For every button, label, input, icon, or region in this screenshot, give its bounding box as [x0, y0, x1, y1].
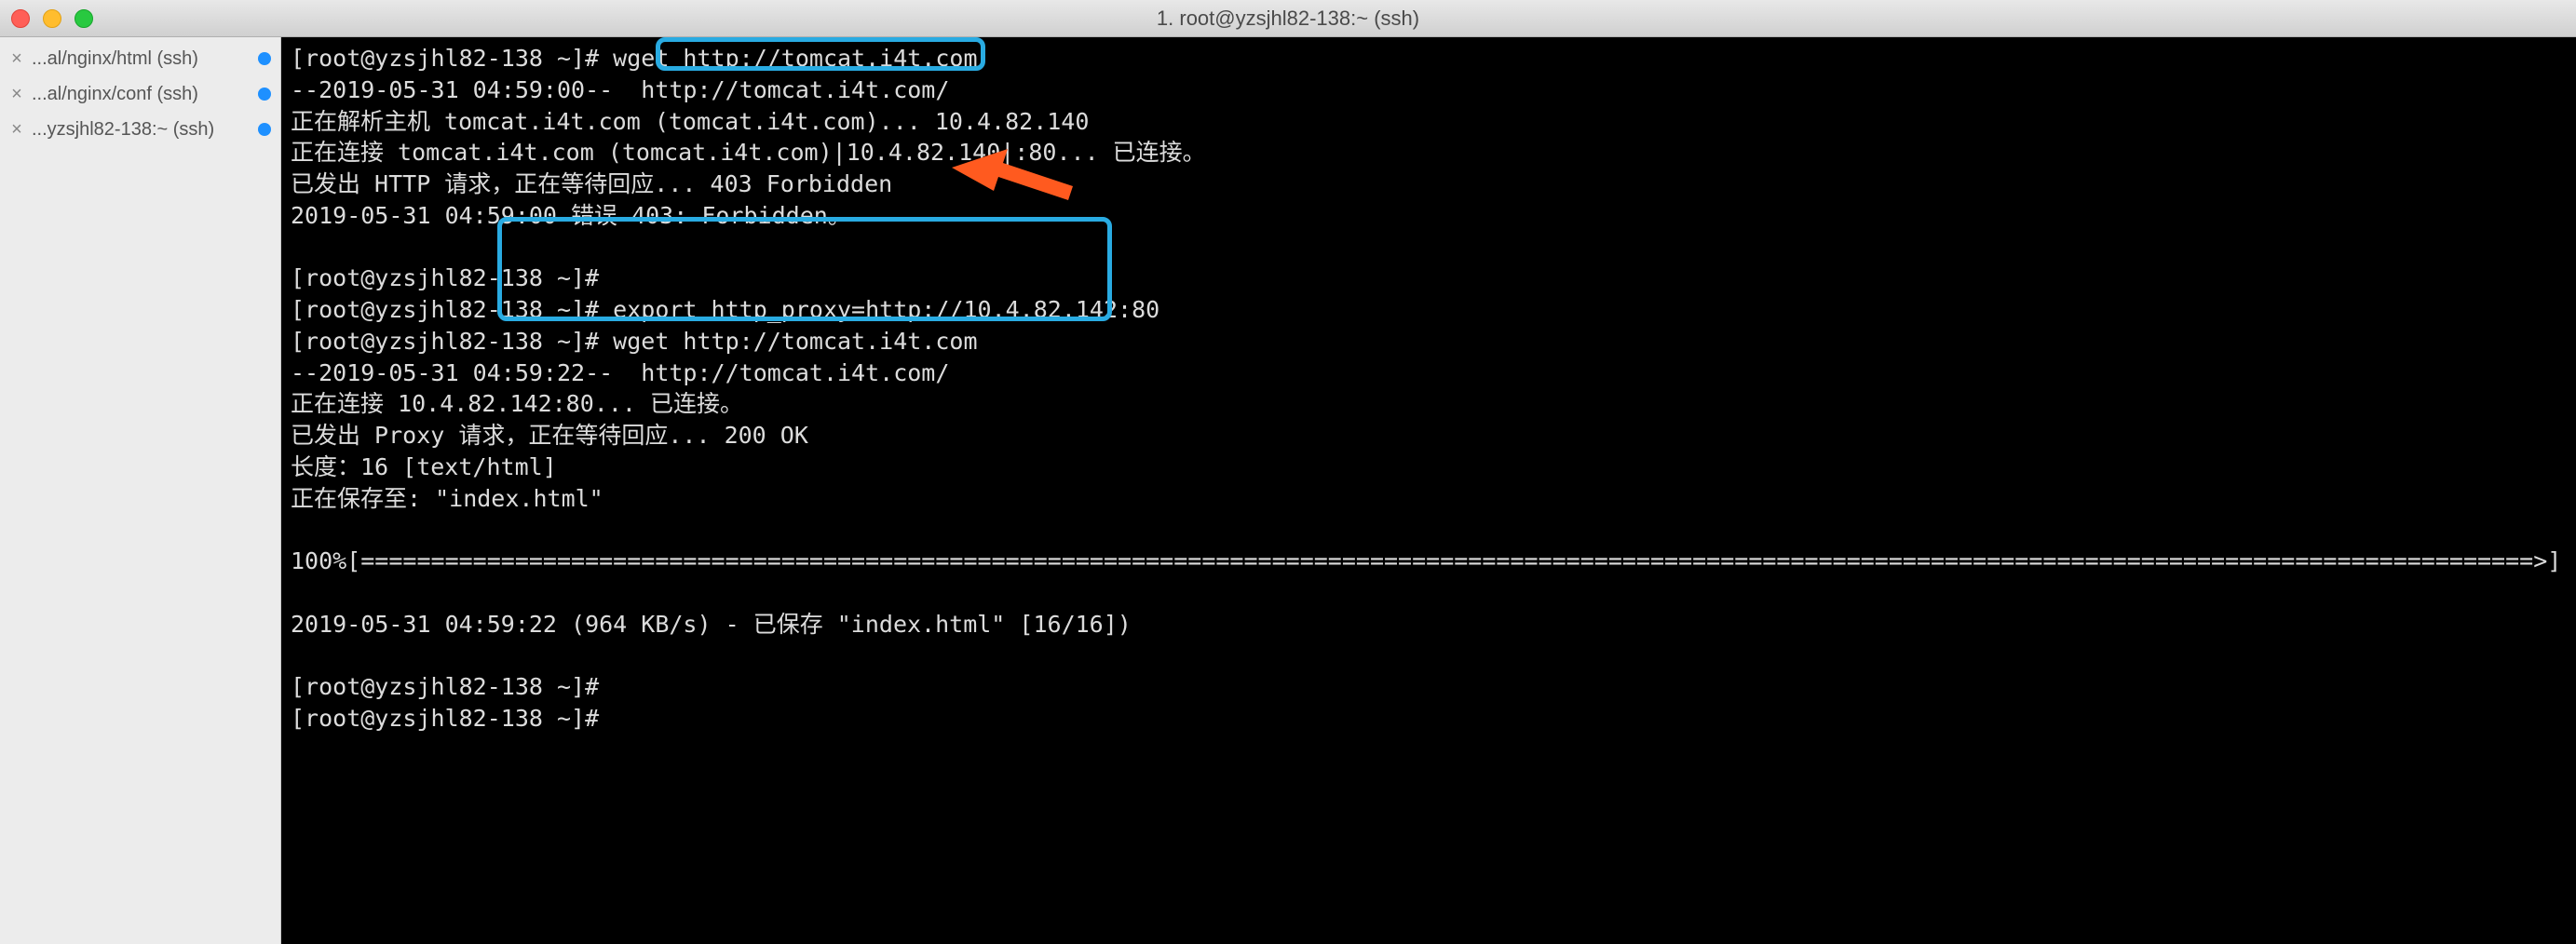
close-icon[interactable]: × [7, 84, 26, 105]
terminal-line: 正在保存至: "index.html" [291, 483, 2567, 515]
window-titlebar: 1. root@yzsjhl82-138:~ (ssh) [0, 0, 2576, 37]
traffic-lights [11, 9, 93, 28]
window-title: 1. root@yzsjhl82-138:~ (ssh) [1157, 7, 1419, 31]
terminal-line: [root@yzsjhl82-138 ~]# [291, 263, 2567, 294]
tab-label: ...al/nginx/html (ssh) [32, 48, 252, 70]
terminal-line: 长度：16 [text/html] [291, 452, 2567, 483]
maximize-icon[interactable] [75, 9, 93, 28]
close-icon[interactable]: × [7, 119, 26, 141]
terminal-line: [root@yzsjhl82-138 ~]# wget http://tomca… [291, 43, 2567, 74]
terminal-line: 正在连接 tomcat.i4t.com (tomcat.i4t.com)|10.… [291, 137, 2567, 169]
close-icon[interactable]: × [7, 48, 26, 70]
terminal-line: 正在解析主机 tomcat.i4t.com (tomcat.i4t.com)..… [291, 106, 2567, 138]
terminal-line: 正在连接 10.4.82.142:80... 已连接。 [291, 388, 2567, 420]
main-area: × ...al/nginx/html (ssh) × ...al/nginx/c… [0, 37, 2576, 944]
tab-sidebar: × ...al/nginx/html (ssh) × ...al/nginx/c… [0, 37, 281, 944]
minimize-icon[interactable] [43, 9, 61, 28]
tab-label: ...yzsjhl82-138:~ (ssh) [32, 119, 252, 141]
terminal-line: 已发出 Proxy 请求，正在等待回应... 200 OK [291, 420, 2567, 452]
terminal-line [291, 514, 2567, 546]
terminal-line: [root@yzsjhl82-138 ~]# export http_proxy… [291, 294, 2567, 326]
terminal-line: 2019-05-31 04:59:22 (964 KB/s) - 已保存 "in… [291, 609, 2567, 641]
terminal-line [291, 577, 2567, 609]
tab-label: ...al/nginx/conf (ssh) [32, 84, 252, 105]
terminal-line: 2019-05-31 04:59:00 错误 403: Forbidden。 [291, 200, 2567, 232]
terminal-line: 已发出 HTTP 请求，正在等待回应... 403 Forbidden [291, 169, 2567, 200]
terminal-line: 100%[===================================… [291, 546, 2567, 577]
terminal-line: --2019-05-31 04:59:22-- http://tomcat.i4… [291, 357, 2567, 389]
terminal-line: [root@yzsjhl82-138 ~]# [291, 671, 2567, 703]
tab-item[interactable]: × ...yzsjhl82-138:~ (ssh) [0, 112, 280, 147]
terminal-line: [root@yzsjhl82-138 ~]# [291, 703, 2567, 735]
terminal-line: [root@yzsjhl82-138 ~]# wget http://tomca… [291, 326, 2567, 357]
terminal-line [291, 640, 2567, 671]
close-icon[interactable] [11, 9, 30, 28]
terminal-output[interactable]: [root@yzsjhl82-138 ~]# wget http://tomca… [281, 37, 2576, 944]
terminal-line [291, 232, 2567, 263]
status-dot-icon [258, 123, 271, 136]
status-dot-icon [258, 52, 271, 65]
status-dot-icon [258, 88, 271, 101]
tab-item[interactable]: × ...al/nginx/html (ssh) [0, 41, 280, 76]
tab-item[interactable]: × ...al/nginx/conf (ssh) [0, 76, 280, 112]
terminal-line: --2019-05-31 04:59:00-- http://tomcat.i4… [291, 74, 2567, 106]
